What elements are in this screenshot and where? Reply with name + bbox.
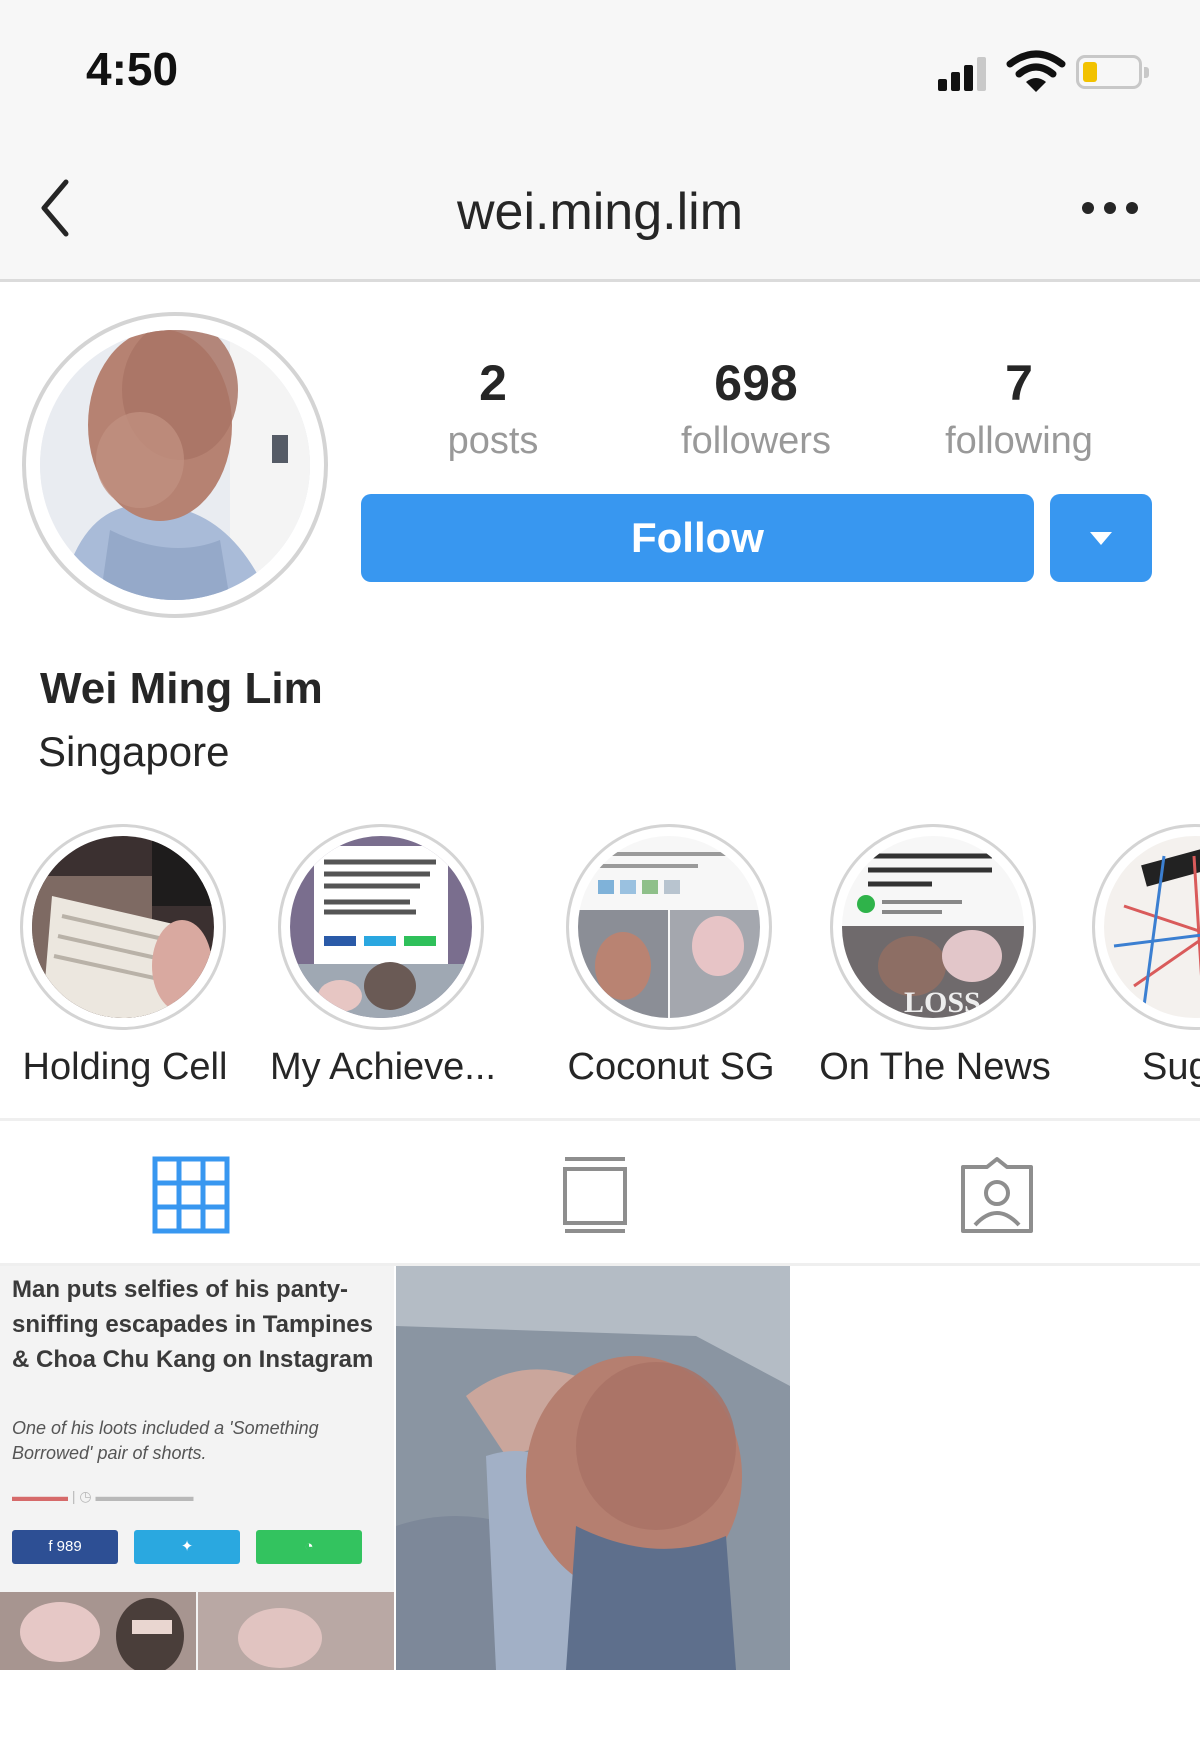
more-options-icon[interactable] — [1082, 202, 1138, 216]
highlight-label: Sugge — [1142, 1046, 1200, 1088]
tagged-icon[interactable] — [957, 1155, 1037, 1235]
highlight-cover — [1104, 836, 1200, 1018]
avatar-photo — [40, 330, 310, 600]
cellular-signal-icon — [938, 55, 998, 91]
highlight-label: On The News — [819, 1046, 1051, 1088]
battery-icon — [1076, 55, 1149, 89]
caret-down-icon — [1090, 532, 1112, 545]
highlight-cover: LOSS — [842, 836, 1024, 1018]
status-time: 4:50 — [86, 43, 179, 95]
post-photo-image — [396, 1266, 790, 1670]
facebook-share-badge: f 989 — [12, 1530, 118, 1564]
profile-tabs — [0, 1118, 1200, 1266]
article-subheadline: One of his loots included a 'Something B… — [12, 1418, 319, 1463]
highlight-my-achievements[interactable]: My Achieve... — [258, 824, 498, 1094]
wifi-icon — [1006, 50, 1066, 92]
grid-icon[interactable] — [151, 1155, 231, 1235]
share-count: 989 — [56, 1538, 82, 1555]
story-highlights: Holding Cell My Achieve... Coconut SG LO… — [0, 824, 1200, 1094]
profile-nav-bar: wei.ming.lim — [0, 140, 1200, 282]
follow-button[interactable]: Follow — [361, 494, 1034, 582]
highlight-coconut-sg[interactable]: Coconut SG — [546, 824, 786, 1094]
profile-avatar[interactable] — [22, 312, 328, 618]
suggested-accounts-button[interactable] — [1050, 494, 1152, 582]
following-stat[interactable]: 7 following — [899, 350, 1139, 466]
followers-count: 698 — [714, 355, 798, 411]
highlight-cover — [578, 836, 760, 1018]
posts-stat[interactable]: 2 posts — [373, 350, 613, 466]
svg-text:LOSS: LOSS — [904, 986, 981, 1018]
post-thumbnail-photo[interactable] — [396, 1266, 790, 1670]
highlight-on-the-news[interactable]: LOSS On The News — [810, 824, 1051, 1094]
article-photo-strip — [0, 1592, 394, 1670]
highlight-label: My Achieve... — [270, 1046, 496, 1088]
highlight-cover — [290, 836, 472, 1018]
article-headline: Man puts selfies of his panty-sniffing e… — [12, 1276, 374, 1373]
following-count: 7 — [1005, 355, 1033, 411]
followers-label: followers — [681, 420, 831, 462]
posts-label: posts — [447, 420, 539, 462]
post-thumbnail-article[interactable]: Man puts selfies of his panty-sniffing e… — [0, 1266, 394, 1670]
profile-bio: Singapore — [38, 728, 230, 775]
twitter-share-badge: ✦ — [134, 1530, 240, 1564]
highlight-cover — [32, 836, 214, 1018]
feed-icon[interactable] — [555, 1155, 635, 1235]
status-bar: 4:50 — [0, 0, 1200, 140]
whatsapp-share-badge: ◔ — [256, 1530, 362, 1564]
profile-full-name: Wei Ming Lim — [40, 664, 323, 713]
highlight-label: Holding Cell — [22, 1046, 228, 1088]
profile-username-title: wei.ming.lim — [456, 183, 744, 241]
following-label: following — [945, 420, 1093, 462]
followers-stat[interactable]: 698 followers — [636, 350, 876, 466]
highlight-holding-cell[interactable]: Holding Cell — [0, 824, 240, 1094]
posts-count: 2 — [479, 355, 507, 411]
highlight-label: Coconut SG — [567, 1046, 775, 1088]
highlight-suggestions[interactable]: Sugge — [1072, 824, 1200, 1094]
article-byline: ▬▬▬▬ | ◷ ▬▬▬▬▬▬▬ — [12, 1488, 194, 1504]
